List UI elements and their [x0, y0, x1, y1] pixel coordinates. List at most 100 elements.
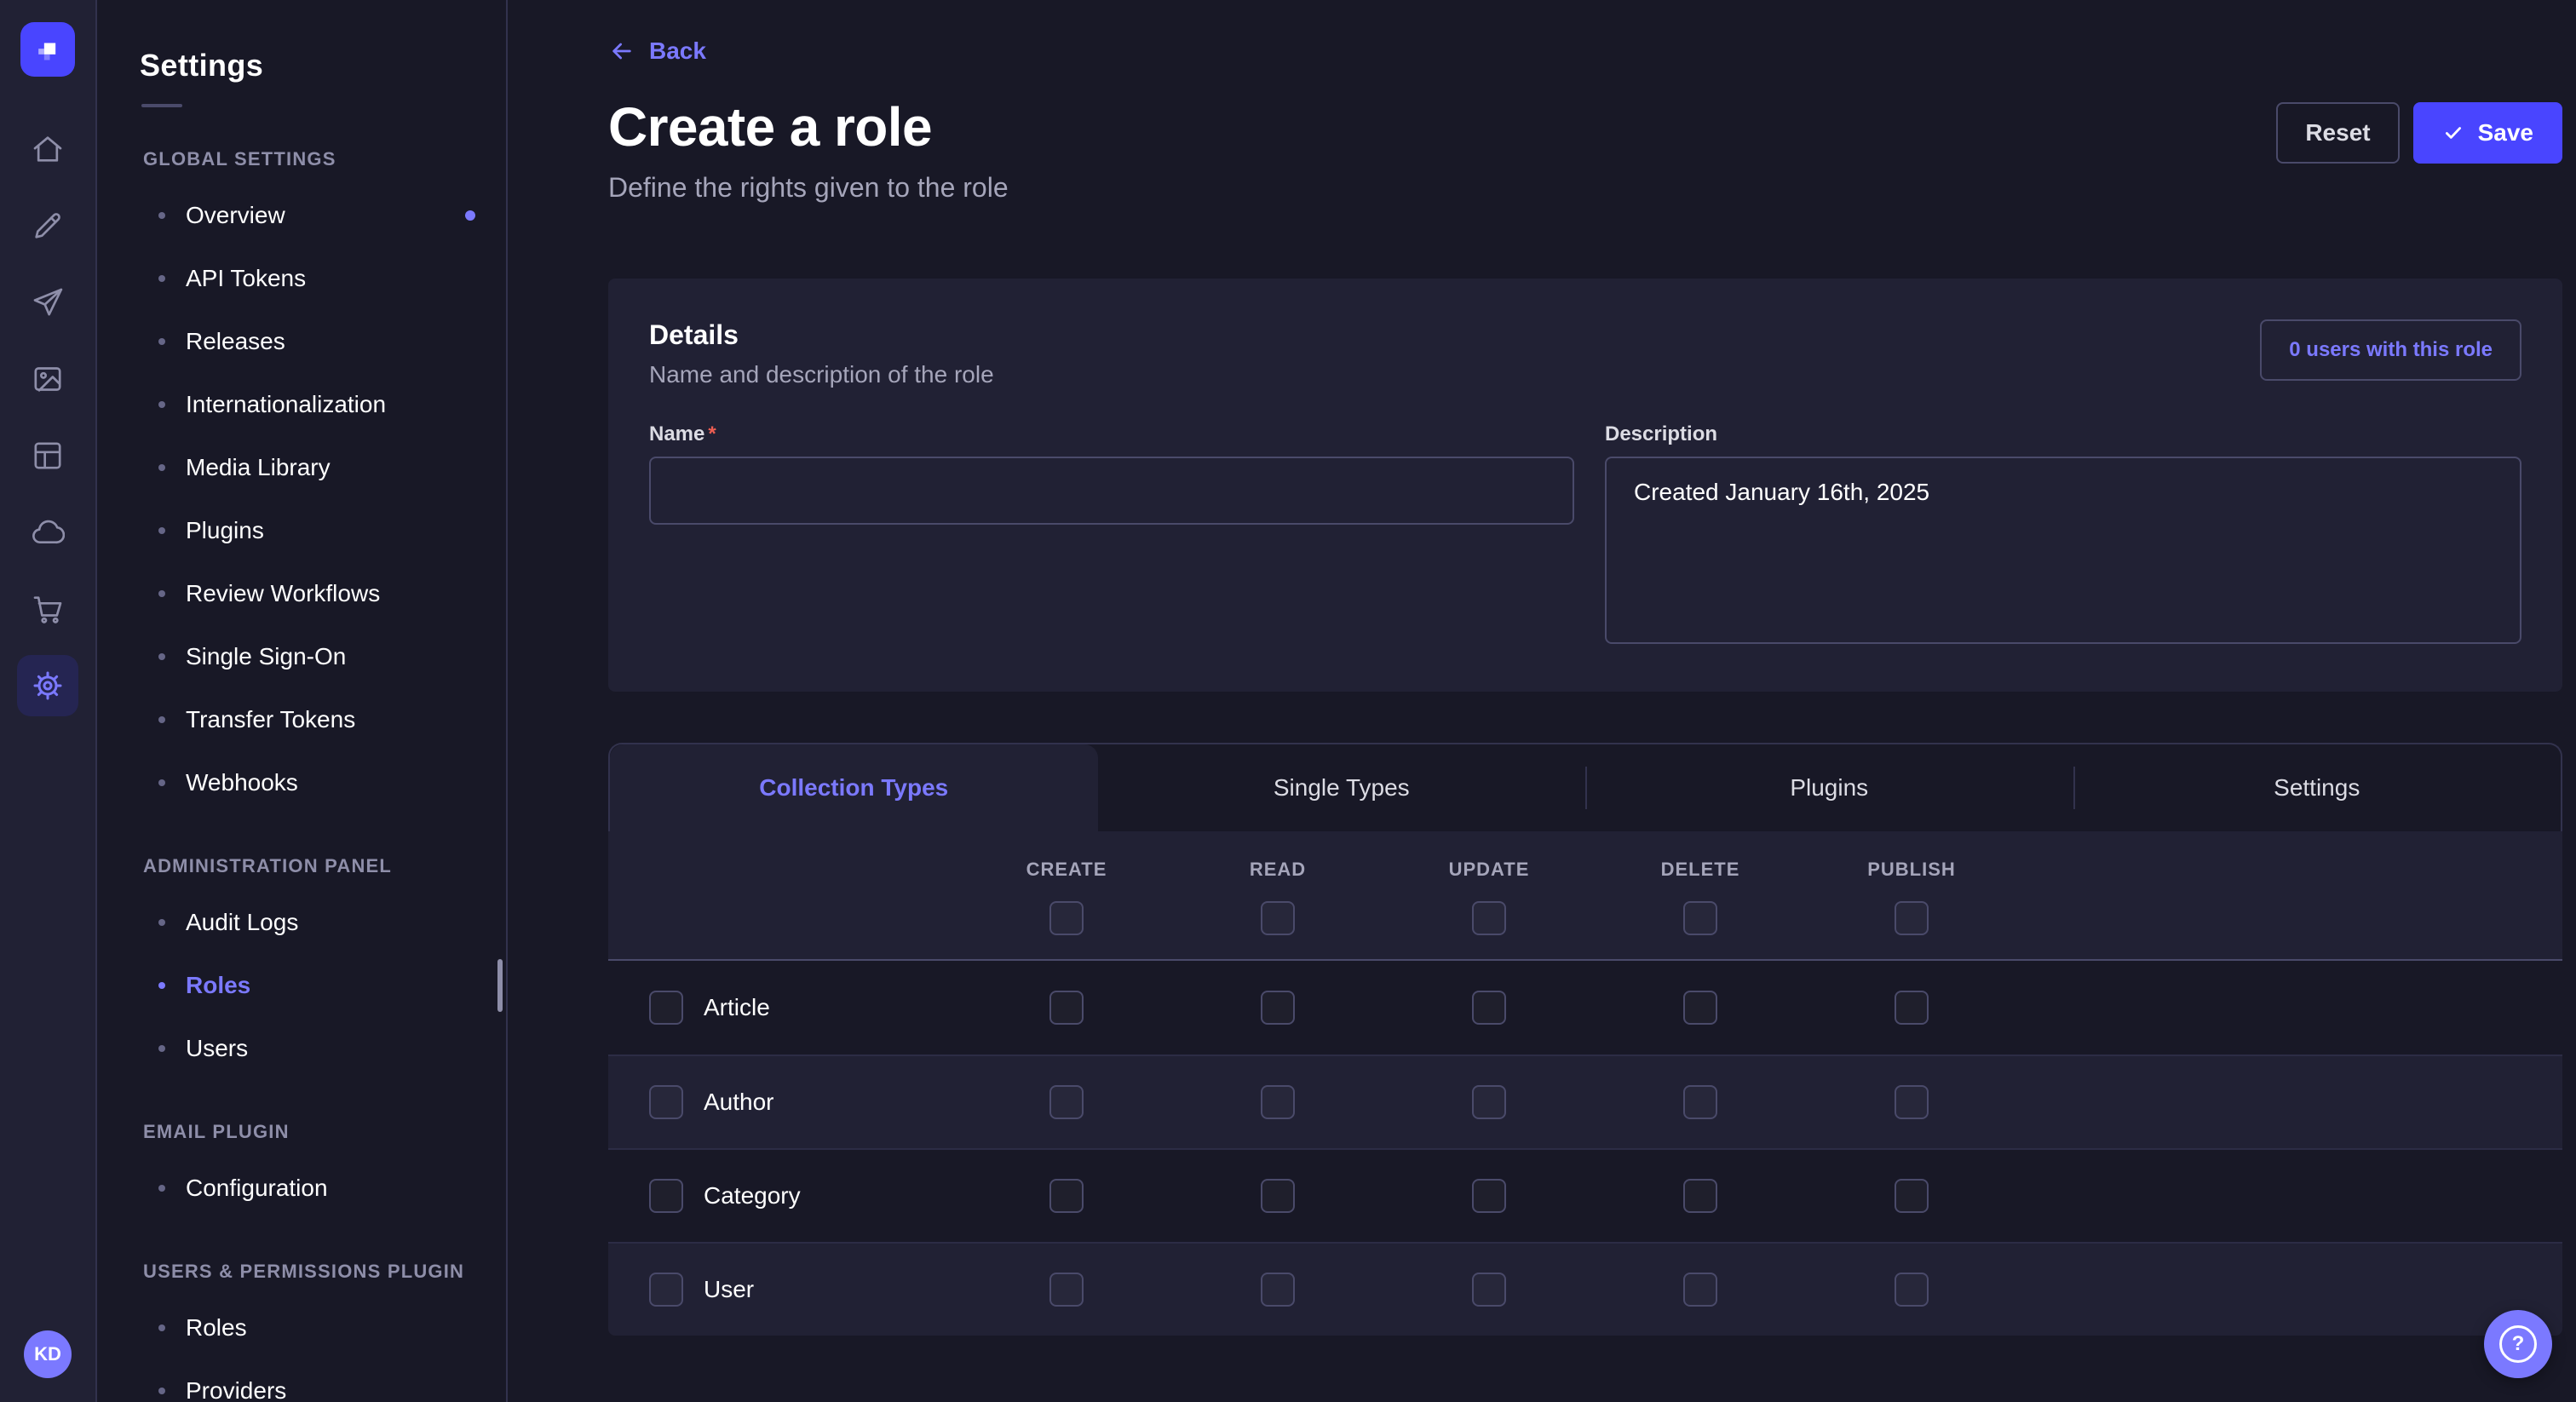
bullet-icon: [158, 338, 165, 345]
article-publish-checkbox[interactable]: [1895, 991, 1929, 1025]
sidebar-item-webhooks[interactable]: Webhooks: [97, 751, 506, 814]
sidebar-item-label: API Tokens: [186, 265, 306, 292]
app-logo[interactable]: [20, 22, 75, 77]
sidebar-item-transfer-tokens[interactable]: Transfer Tokens: [97, 688, 506, 751]
nav-marketplace[interactable]: [0, 571, 96, 647]
gear-icon: [31, 669, 65, 703]
sidebar-item-label: Providers: [186, 1377, 286, 1402]
users-with-role-label: 0 users with this role: [2289, 338, 2493, 361]
sidebar-item-admin-roles[interactable]: Roles: [97, 954, 506, 1017]
sidebar-item-plugins[interactable]: Plugins: [97, 499, 506, 562]
sidebar-item-review-workflows[interactable]: Review Workflows: [97, 562, 506, 625]
name-input[interactable]: [649, 457, 1574, 525]
category-create-checkbox[interactable]: [1049, 1179, 1084, 1213]
row-label: Author: [704, 1089, 774, 1116]
user-publish-checkbox[interactable]: [1895, 1273, 1929, 1307]
sidebar-item-audit-logs[interactable]: Audit Logs: [97, 891, 506, 954]
section-administration-panel: ADMINISTRATION PANEL: [143, 855, 506, 877]
sidebar-divider: [141, 104, 182, 107]
users-with-role-button[interactable]: 0 users with this role: [2260, 319, 2521, 381]
select-all-publish-checkbox[interactable]: [1895, 901, 1929, 935]
help-button[interactable]: ?: [2484, 1310, 2552, 1378]
bullet-icon: [158, 919, 165, 926]
question-mark-icon: ?: [2499, 1325, 2537, 1363]
article-update-checkbox[interactable]: [1472, 991, 1506, 1025]
article-read-checkbox[interactable]: [1261, 991, 1295, 1025]
row-label: Category: [704, 1182, 801, 1210]
bullet-icon: [158, 275, 165, 282]
page-header: Create a role Define the rights given to…: [608, 95, 2562, 204]
media-icon: [31, 362, 65, 396]
nav-settings[interactable]: [0, 647, 96, 724]
user-delete-checkbox[interactable]: [1683, 1273, 1717, 1307]
user-create-checkbox[interactable]: [1049, 1273, 1084, 1307]
sidebar-item-internationalization[interactable]: Internationalization: [97, 373, 506, 436]
description-textarea[interactable]: Created January 16th, 2025: [1605, 457, 2521, 644]
active-nav-highlight: [17, 655, 78, 716]
author-delete-checkbox[interactable]: [1683, 1085, 1717, 1119]
nav-media-library[interactable]: [0, 341, 96, 417]
details-subtitle: Name and description of the role: [649, 361, 994, 388]
category-update-checkbox[interactable]: [1472, 1179, 1506, 1213]
sidebar-item-media-library[interactable]: Media Library: [97, 436, 506, 499]
author-create-checkbox[interactable]: [1049, 1085, 1084, 1119]
sidebar-item-releases[interactable]: Releases: [97, 310, 506, 373]
sidebar-item-up-providers[interactable]: Providers: [97, 1359, 506, 1402]
cart-icon: [31, 592, 65, 626]
select-all-update-checkbox[interactable]: [1472, 901, 1506, 935]
sidebar-item-email-configuration[interactable]: Configuration: [97, 1157, 506, 1220]
save-label: Save: [2478, 119, 2533, 147]
save-button[interactable]: Save: [2413, 102, 2562, 164]
nav-deploy[interactable]: [0, 494, 96, 571]
user-read-checkbox[interactable]: [1261, 1273, 1295, 1307]
permissions-table: CREATE READ UPDATE DELETE PUBLISH: [608, 831, 2562, 1336]
sidebar-item-label: Media Library: [186, 454, 331, 481]
permissions-tabs: Collection Types Single Types Plugins Se…: [608, 743, 2562, 831]
author-update-checkbox[interactable]: [1472, 1085, 1506, 1119]
category-read-checkbox[interactable]: [1261, 1179, 1295, 1213]
permission-row-article: Article: [608, 961, 2562, 1054]
sidebar-item-single-sign-on[interactable]: Single Sign-On: [97, 625, 506, 688]
tab-plugins[interactable]: Plugins: [1585, 744, 2073, 831]
user-select-checkbox[interactable]: [649, 1273, 683, 1307]
reset-button[interactable]: Reset: [2276, 102, 2399, 164]
bullet-icon: [158, 1185, 165, 1192]
permissions-section: Collection Types Single Types Plugins Se…: [608, 743, 2562, 1336]
nav-content-type-builder[interactable]: [0, 417, 96, 494]
bullet-icon: [158, 212, 165, 219]
select-all-delete-checkbox[interactable]: [1683, 901, 1717, 935]
back-link[interactable]: Back: [608, 37, 706, 65]
nav-releases[interactable]: [0, 264, 96, 341]
select-all-read-checkbox[interactable]: [1261, 901, 1295, 935]
nav-home[interactable]: [0, 111, 96, 187]
author-select-checkbox[interactable]: [649, 1085, 683, 1119]
sidebar-item-label: Webhooks: [186, 769, 298, 796]
tab-settings[interactable]: Settings: [2073, 744, 2562, 831]
bullet-icon: [158, 590, 165, 597]
category-delete-checkbox[interactable]: [1683, 1179, 1717, 1213]
tab-collection-types[interactable]: Collection Types: [610, 744, 1098, 831]
user-update-checkbox[interactable]: [1472, 1273, 1506, 1307]
article-select-checkbox[interactable]: [649, 991, 683, 1025]
author-publish-checkbox[interactable]: [1895, 1085, 1929, 1119]
user-avatar[interactable]: KD: [24, 1330, 72, 1378]
sidebar-item-label: Plugins: [186, 517, 264, 544]
nav-content-manager[interactable]: [0, 187, 96, 264]
sidebar-item-admin-users[interactable]: Users: [97, 1017, 506, 1080]
column-header-create: CREATE: [961, 859, 1172, 881]
article-create-checkbox[interactable]: [1049, 991, 1084, 1025]
category-publish-checkbox[interactable]: [1895, 1179, 1929, 1213]
column-header-delete: DELETE: [1595, 859, 1806, 881]
select-all-create-checkbox[interactable]: [1049, 901, 1084, 935]
category-select-checkbox[interactable]: [649, 1179, 683, 1213]
tab-single-types[interactable]: Single Types: [1098, 744, 1586, 831]
bullet-icon: [158, 653, 165, 660]
sidebar-item-overview[interactable]: Overview: [97, 184, 506, 247]
sidebar-item-api-tokens[interactable]: API Tokens: [97, 247, 506, 310]
pen-icon: [31, 209, 65, 243]
author-read-checkbox[interactable]: [1261, 1085, 1295, 1119]
sidebar-item-up-roles[interactable]: Roles: [97, 1296, 506, 1359]
bullet-icon: [158, 982, 165, 989]
bullet-icon: [158, 1388, 165, 1394]
article-delete-checkbox[interactable]: [1683, 991, 1717, 1025]
